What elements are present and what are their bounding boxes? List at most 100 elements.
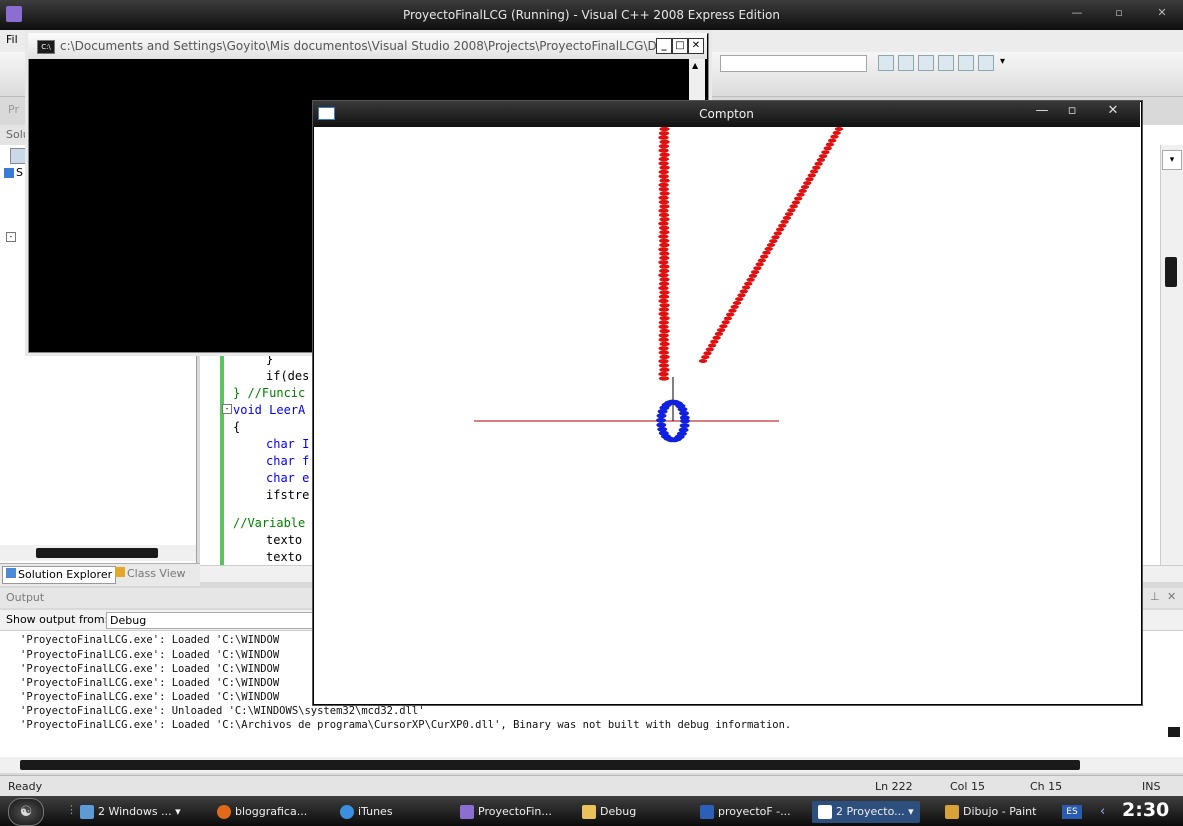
vs-minimize-button[interactable]: — xyxy=(1065,6,1089,22)
photon-dot xyxy=(703,351,712,356)
electron-dot xyxy=(679,415,690,421)
word-icon xyxy=(700,805,714,819)
photon-dot xyxy=(707,343,717,348)
compton-maximize-button[interactable]: ▫ xyxy=(1057,103,1087,121)
taskbar-item[interactable]: Dibujo - Paint xyxy=(945,801,1036,823)
editor-vscrollbar[interactable] xyxy=(1160,145,1183,565)
electron-dot xyxy=(656,413,667,419)
photon-dot xyxy=(832,130,841,135)
output-hscroll-thumb[interactable] xyxy=(20,760,1080,770)
photon-dot xyxy=(716,328,726,333)
vs-maximize-button[interactable]: ▫ xyxy=(1107,6,1131,22)
photon-dot xyxy=(658,161,669,166)
console-title: c:\Documents and Settings\Goyito\Mis doc… xyxy=(60,39,703,53)
photon-dot xyxy=(830,134,839,139)
taskbar-item[interactable]: bloggrafica... xyxy=(217,801,307,823)
photon-dot xyxy=(764,246,773,251)
photon-dot xyxy=(658,371,669,377)
tools-icon[interactable] xyxy=(938,55,954,71)
taskbar-item[interactable]: iTunes xyxy=(340,801,393,823)
photon-dot xyxy=(658,212,670,218)
status-bar: Ready Ln 222 Col 15 Ch 15 INS xyxy=(0,775,1183,796)
taskbar-item[interactable]: 2 Windows ... ▾ xyxy=(80,801,181,823)
photon-dot xyxy=(658,187,669,192)
photon-dot xyxy=(658,247,669,252)
compton-minimize-button[interactable]: — xyxy=(1027,103,1057,121)
output-line: 'ProyectoFinalLCG.exe': Loaded 'C:\WINDO… xyxy=(20,663,280,675)
editor-vscroll-thumb[interactable] xyxy=(1165,257,1177,287)
start-button[interactable]: ☯ xyxy=(8,798,44,826)
photon-dot xyxy=(658,333,669,338)
find-in-files-icon[interactable] xyxy=(878,55,894,71)
output-line: 'ProyectoFinalLCG.exe': Loaded 'C:\WINDO… xyxy=(20,691,280,703)
tab-solution-explorer[interactable]: Solution Explorer xyxy=(2,566,117,584)
taskbar-item[interactable]: Debug xyxy=(582,801,636,823)
photon-dot xyxy=(778,223,787,228)
console-minimize-button[interactable]: _ xyxy=(656,38,672,54)
electron-dot xyxy=(679,410,689,416)
output-source-select[interactable]: Debug xyxy=(106,612,313,629)
photon-dot xyxy=(728,308,737,313)
photon-dot xyxy=(762,250,771,255)
photon-dot xyxy=(659,303,670,308)
console-title-bar[interactable]: c:\Documents and Settings\Goyito\Mis doc… xyxy=(28,33,707,59)
menu-file[interactable]: Fil xyxy=(6,33,18,46)
photon-dot xyxy=(658,234,669,239)
output-vscroll-thumb[interactable] xyxy=(1168,727,1180,737)
compton-close-button[interactable]: ✕ xyxy=(1098,103,1128,121)
photon-dot xyxy=(798,188,807,193)
photon-dot xyxy=(659,255,670,261)
photon-dot xyxy=(816,157,826,162)
taskbar-item[interactable]: proyectoF -... xyxy=(700,801,791,823)
photon-dot xyxy=(760,254,769,259)
clock[interactable]: 2:30 xyxy=(1122,799,1169,821)
solution-hscroll-thumb[interactable] xyxy=(36,548,158,558)
language-indicator[interactable]: ES xyxy=(1062,805,1082,819)
incident-photon-path xyxy=(658,127,670,381)
compton-title: Compton xyxy=(699,107,754,121)
vs-close-button[interactable]: ✕ xyxy=(1150,6,1174,22)
photon-dot xyxy=(658,359,669,364)
pin-icon[interactable]: ⊥ xyxy=(1150,590,1160,603)
photon-dot xyxy=(659,165,670,170)
photon-dot xyxy=(710,339,719,344)
outline-collapse-icon[interactable]: - xyxy=(222,404,232,414)
photon-dot xyxy=(814,161,823,166)
photon-dot xyxy=(658,320,669,325)
photon-dot xyxy=(658,281,670,286)
tray-expand-icon[interactable]: ‹ xyxy=(1100,804,1105,819)
compton-title-bar[interactable]: Compton xyxy=(313,101,1140,127)
console-close-button[interactable]: ✕ xyxy=(688,38,704,54)
photon-dot xyxy=(658,363,670,368)
tree-collapse-icon[interactable]: - xyxy=(6,232,16,242)
photon-dot xyxy=(748,273,758,278)
code-dropdown-icon[interactable]: ▾ xyxy=(1162,150,1182,170)
start-page-icon[interactable] xyxy=(958,55,974,71)
photon-dot xyxy=(775,227,785,232)
close-icon[interactable]: ✕ xyxy=(1167,590,1176,603)
object-browser-icon[interactable] xyxy=(918,55,934,71)
properties-icon[interactable] xyxy=(898,55,914,71)
photon-dot xyxy=(812,165,821,170)
taskbar-item[interactable]: 2 Proyecto... ▾ xyxy=(812,801,920,823)
scattered-photon-path xyxy=(698,127,844,363)
console-maximize-button[interactable]: □ xyxy=(672,38,688,54)
solution-properties-icon[interactable] xyxy=(10,148,26,164)
electron-dot xyxy=(657,426,668,432)
taskbar-item[interactable]: ProyectoFin... xyxy=(460,801,552,823)
toolbar-overflow-icon[interactable]: ▾ xyxy=(1000,56,1005,67)
class-view-icon xyxy=(115,567,125,577)
solution-node-label[interactable]: S xyxy=(16,166,23,179)
compton-canvas xyxy=(474,127,844,443)
photon-dot xyxy=(658,273,669,278)
taskbar-item-label: Dibujo - Paint xyxy=(963,805,1037,818)
photon-dot xyxy=(659,251,670,256)
electron-dot xyxy=(679,423,690,428)
photon-dot xyxy=(659,341,670,347)
command-window-icon[interactable] xyxy=(978,55,994,71)
find-combo[interactable] xyxy=(720,55,867,72)
tab-class-view[interactable]: Class View xyxy=(112,566,189,582)
scroll-up-icon[interactable]: ▲ xyxy=(692,61,698,70)
photon-dot xyxy=(658,144,670,149)
photon-dot xyxy=(658,311,669,317)
